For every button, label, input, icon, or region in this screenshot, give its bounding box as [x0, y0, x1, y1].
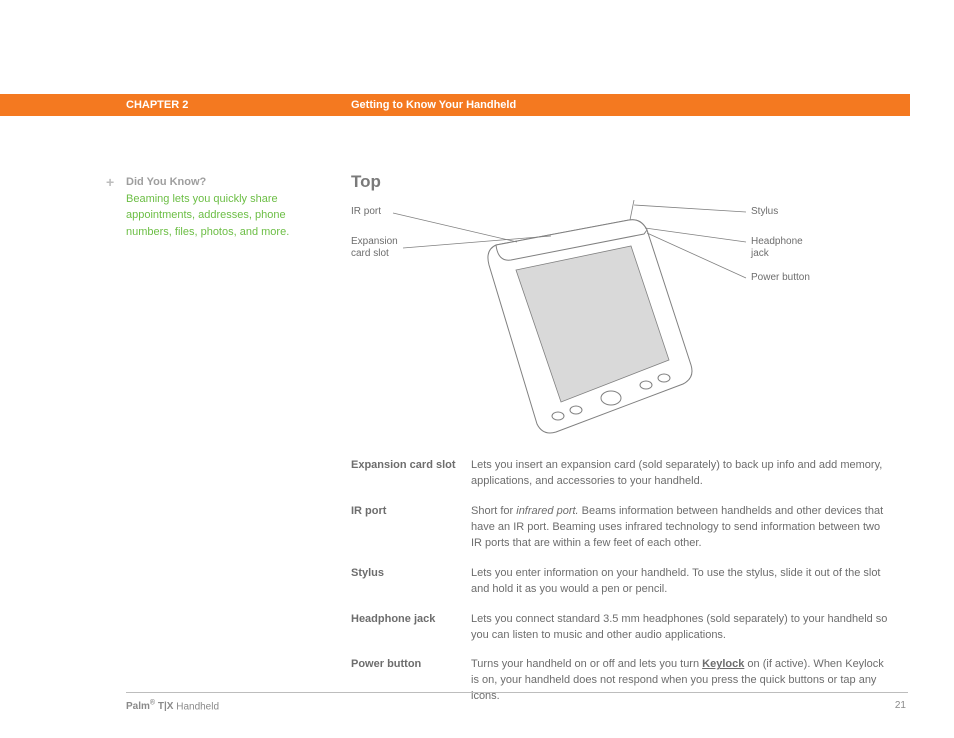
- def-term: Headphone jack: [351, 612, 471, 644]
- def-term: Stylus: [351, 566, 471, 598]
- def-term: Expansion card slot: [351, 458, 471, 490]
- callout-headphone-jack: Headphone jack: [751, 236, 803, 260]
- def-desc: Turns your handheld on or off and lets y…: [471, 657, 891, 705]
- callout-ir-port: IR port: [351, 206, 381, 218]
- section-title: Top: [351, 172, 381, 192]
- plus-icon: +: [106, 172, 114, 193]
- def-desc: Lets you enter information on your handh…: [471, 566, 891, 598]
- def-row-stylus: Stylus Lets you enter information on you…: [351, 566, 891, 598]
- keylock-link[interactable]: Keylock: [702, 658, 744, 670]
- def-desc: Lets you connect standard 3.5 mm headpho…: [471, 612, 891, 644]
- tip-heading: Did You Know?: [126, 174, 303, 191]
- footer-product: Palm® T|X Handheld: [126, 700, 219, 712]
- definitions-table: Expansion card slot Lets you insert an e…: [351, 458, 891, 719]
- device-diagram: IR port Expansion card slot Stylus Headp…: [351, 200, 871, 450]
- def-desc: Lets you insert an expansion card (sold …: [471, 458, 891, 490]
- def-row-expansion: Expansion card slot Lets you insert an e…: [351, 458, 891, 490]
- def-term: IR port: [351, 504, 471, 552]
- callout-power-button: Power button: [751, 272, 810, 284]
- def-row-irport: IR port Short for infrared port. Beams i…: [351, 504, 891, 552]
- def-row-power: Power button Turns your handheld on or o…: [351, 657, 891, 705]
- callout-expansion-slot: Expansion card slot: [351, 236, 398, 260]
- chapter-header: CHAPTER 2 Getting to Know Your Handheld: [0, 94, 910, 116]
- def-term: Power button: [351, 657, 471, 705]
- callout-stylus: Stylus: [751, 206, 778, 218]
- tip-body: Beaming lets you quickly share appointme…: [126, 191, 303, 241]
- page-number: 21: [895, 700, 906, 711]
- footer-rule: [126, 692, 908, 693]
- def-row-headphone: Headphone jack Lets you connect standard…: [351, 612, 891, 644]
- def-desc: Short for infrared port. Beams informati…: [471, 504, 891, 552]
- sidebar-tip: + Did You Know? Beaming lets you quickly…: [108, 174, 303, 240]
- chapter-number: CHAPTER 2: [126, 99, 188, 111]
- chapter-title: Getting to Know Your Handheld: [351, 99, 516, 111]
